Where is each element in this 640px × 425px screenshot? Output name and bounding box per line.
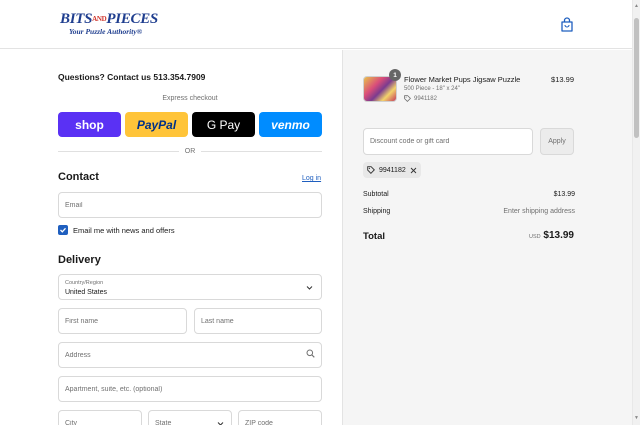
address-field[interactable] [58, 342, 322, 368]
search-icon [306, 349, 315, 358]
logo-tagline: Your Puzzle Authority® [69, 27, 143, 36]
express-checkout-buttons: shop PayPal G Pay venmo [58, 112, 322, 137]
tag-icon [367, 166, 375, 174]
close-icon [410, 167, 417, 173]
shop-pay-button[interactable]: shop [58, 112, 121, 137]
total-currency: USD [529, 234, 541, 240]
applied-discount-code: 9941182 [379, 166, 406, 174]
venmo-button[interactable]: venmo [259, 112, 322, 137]
express-checkout-label: Express checkout [162, 95, 218, 102]
total-value: $13.99 [543, 230, 574, 241]
first-name-field[interactable] [58, 308, 187, 334]
country-select-label: Country/Region [65, 280, 104, 286]
chevron-down-icon [306, 286, 313, 290]
quantity-badge: 1 [389, 69, 401, 81]
apply-discount-button[interactable]: Apply [540, 128, 574, 155]
google-pay-button[interactable]: G Pay [192, 112, 255, 137]
zip-field[interactable] [238, 410, 322, 425]
login-link[interactable]: Log in [302, 175, 321, 182]
product-discount-tag: 9941182 [404, 95, 437, 102]
shipping-row: Shipping Enter shipping address [363, 208, 575, 215]
page-header: BITSANDPIECES Your Puzzle Authority® [0, 0, 632, 49]
product-tag-code: 9941182 [414, 95, 437, 102]
product-variant: 500 Piece - 18" x 24" [404, 86, 460, 92]
remove-discount-button[interactable] [410, 167, 417, 174]
logo-name-and: AND [92, 15, 107, 23]
contact-phone-line: Questions? Contact us 513.354.7909 [58, 72, 206, 82]
tag-icon [404, 95, 411, 102]
paypal-button[interactable]: PayPal [125, 112, 188, 137]
page-scrollbar[interactable]: ▲ ▼ [632, 0, 640, 425]
apartment-field[interactable] [58, 376, 322, 402]
shipping-label: Shipping [363, 208, 391, 215]
delivery-section-title: Delivery [58, 254, 101, 266]
newsletter-label: Email me with news and offers [73, 226, 175, 235]
contact-section-title: Contact [58, 171, 99, 183]
scroll-down-icon[interactable]: ▼ [634, 415, 639, 421]
subtotal-row: Subtotal $13.99 [363, 191, 575, 198]
email-field[interactable] [58, 192, 322, 218]
checkout-form-panel: Questions? Contact us 513.354.7909 Expre… [0, 50, 342, 425]
or-divider: OR [58, 146, 322, 156]
brand-logo[interactable]: BITSANDPIECES Your Puzzle Authority® [60, 11, 158, 37]
chevron-down-icon [217, 422, 224, 425]
checkmark-icon [60, 227, 66, 233]
country-select[interactable]: Country/Region United States [58, 274, 322, 300]
scrollbar-thumb[interactable] [634, 18, 639, 138]
subtotal-label: Subtotal [363, 191, 389, 198]
total-label: Total [363, 231, 385, 242]
product-name: Flower Market Pups Jigsaw Puzzle [404, 75, 521, 84]
country-select-value: United States [65, 289, 108, 296]
product-price: $13.99 [551, 75, 574, 84]
shipping-value: Enter shipping address [503, 208, 575, 215]
or-divider-text: OR [184, 147, 196, 155]
subtotal-value: $13.99 [553, 191, 575, 198]
order-summary-panel: 1 Flower Market Pups Jigsaw Puzzle 500 P… [342, 50, 632, 425]
logo-name-part1: BITS [60, 11, 93, 27]
city-field[interactable] [58, 410, 142, 425]
logo-name-part2: PIECES [106, 11, 158, 27]
newsletter-checkbox[interactable] [58, 225, 68, 235]
applied-discount-chip: 9941182 [363, 162, 421, 178]
last-name-field[interactable] [194, 308, 322, 334]
scroll-up-icon[interactable]: ▲ [634, 3, 639, 9]
shopping-bag-icon[interactable] [560, 17, 574, 32]
discount-code-field[interactable] [363, 128, 533, 155]
